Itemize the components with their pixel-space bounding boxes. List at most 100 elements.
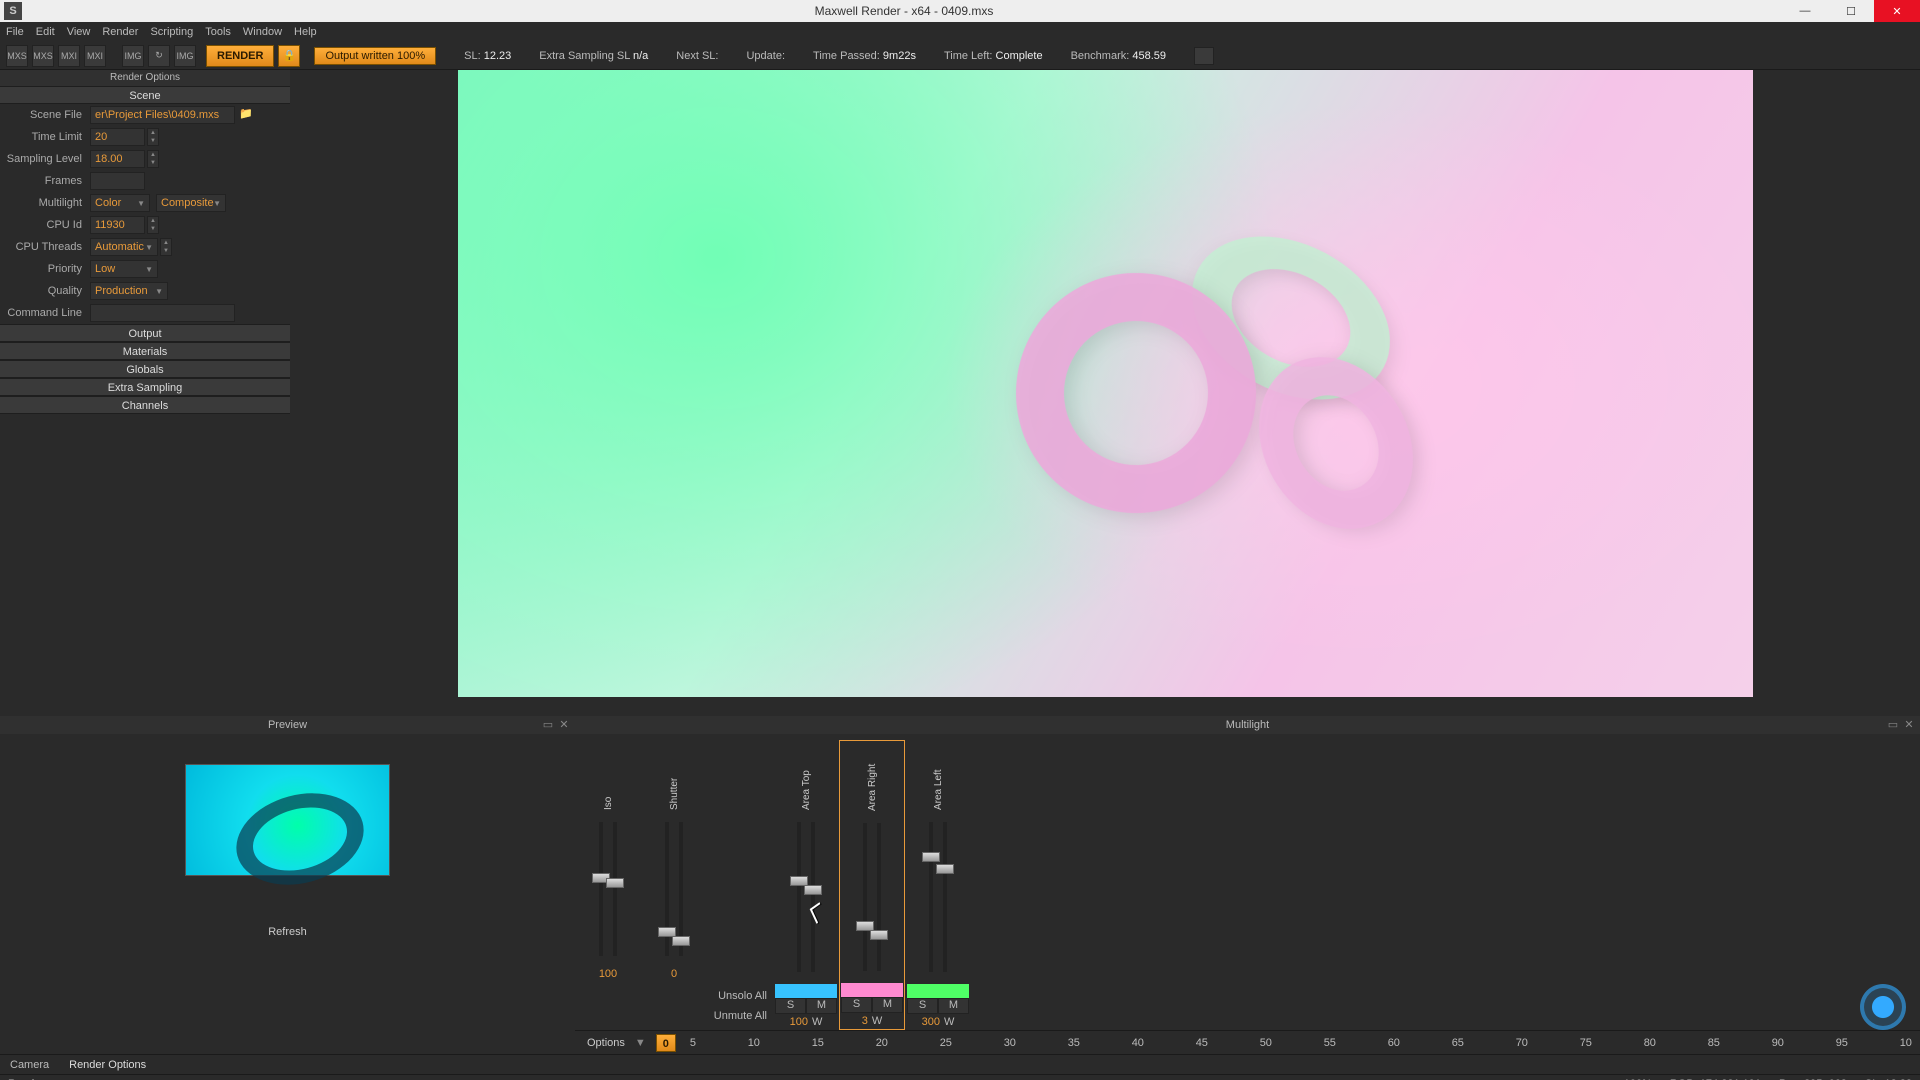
export-icon[interactable]: IMG: [174, 45, 196, 67]
cpu-threads-select[interactable]: Automatic: [90, 238, 158, 256]
menu-tools[interactable]: Tools: [205, 26, 231, 38]
minimize-button[interactable]: —: [1782, 0, 1828, 22]
mute-button[interactable]: M: [938, 998, 969, 1014]
global-light-controls: Unsolo All Unmute All: [707, 740, 773, 1030]
shutter-slider[interactable]: Shutter 0: [641, 740, 707, 1030]
undock-icon[interactable]: ▭: [1886, 716, 1900, 730]
priority-select[interactable]: Low: [90, 260, 158, 278]
multilight-label: Multilight: [0, 197, 90, 209]
save-mxs-icon[interactable]: MXS: [32, 45, 54, 67]
frames-field[interactable]: [90, 172, 145, 190]
mute-button[interactable]: M: [806, 998, 837, 1014]
scene-file-field[interactable]: er\Project Files\0409.mxs: [90, 106, 235, 124]
scene-file-label: Scene File: [0, 109, 90, 121]
sampling-spinner[interactable]: ▲▼: [147, 150, 159, 168]
app-icon: S: [4, 2, 22, 20]
tab-camera[interactable]: Camera: [10, 1059, 49, 1071]
close-panel-icon[interactable]: ✕: [1902, 716, 1916, 730]
section-channels[interactable]: Channels: [0, 396, 290, 414]
sampling-label: Sampling Level: [0, 153, 90, 165]
sampling-field[interactable]: 18.00: [90, 150, 145, 168]
section-output[interactable]: Output: [0, 324, 290, 342]
render-button[interactable]: RENDER: [206, 45, 274, 67]
priority-label: Priority: [0, 263, 90, 275]
menu-render[interactable]: Render: [102, 26, 138, 38]
section-scene[interactable]: Scene: [0, 86, 290, 104]
preview-thumbnail[interactable]: [185, 764, 390, 876]
render-image: [458, 70, 1753, 697]
light-color-swatch[interactable]: [907, 984, 969, 998]
browse-file-icon[interactable]: 📁: [239, 107, 255, 123]
save-image-icon[interactable]: IMG: [122, 45, 144, 67]
cpu-id-label: CPU Id: [0, 219, 90, 231]
status-bar: Ready zoom: 100% RGB: 174,221,191 Pos: 3…: [0, 1074, 1920, 1080]
light-slider-area-right[interactable]: Area Right SM 3W: [839, 740, 905, 1030]
time-limit-spinner[interactable]: ▲▼: [147, 128, 159, 146]
multilight-mode-select[interactable]: Composite: [156, 194, 226, 212]
frames-label: Frames: [0, 175, 90, 187]
title-bar: S Maxwell Render - x64 - 0409.mxs — ☐ ✕: [0, 0, 1920, 22]
iso-slider[interactable]: Iso 100: [575, 740, 641, 1030]
menu-view[interactable]: View: [67, 26, 91, 38]
section-materials[interactable]: Materials: [0, 342, 290, 360]
section-globals[interactable]: Globals: [0, 360, 290, 378]
menu-edit[interactable]: Edit: [36, 26, 55, 38]
cpu-id-spinner[interactable]: ▲▼: [147, 216, 159, 234]
light-slider-area-left[interactable]: Area Left SM 300W: [905, 740, 971, 1030]
solo-button[interactable]: S: [775, 998, 806, 1014]
stat-bench: Benchmark: 458.59: [1071, 50, 1166, 62]
timeline-ticks[interactable]: 510152025303540455055606570758085909510: [686, 1037, 1920, 1049]
stat-passed: Time Passed: 9m22s: [813, 50, 916, 62]
bottom-tabs: Camera Render Options: [0, 1054, 1920, 1074]
multilight-header: Multilight ▭✕: [575, 716, 1920, 734]
save-mxi-icon[interactable]: MXI: [84, 45, 106, 67]
render-lock-icon[interactable]: 🔒: [278, 45, 300, 67]
quality-select[interactable]: Production: [90, 282, 168, 300]
reload-icon[interactable]: ↻: [148, 45, 170, 67]
light-slider-area-top[interactable]: Area Top SM 100W: [773, 740, 839, 1030]
time-limit-label: Time Limit: [0, 131, 90, 143]
open-mxi-icon[interactable]: MXI: [58, 45, 80, 67]
maximize-button[interactable]: ☐: [1828, 0, 1874, 22]
undock-icon[interactable]: ▭: [541, 716, 555, 730]
stat-extra: Extra Sampling SL n/a: [539, 50, 648, 62]
quality-label: Quality: [0, 285, 90, 297]
flag-icon[interactable]: [1194, 47, 1214, 65]
light-color-swatch[interactable]: [775, 984, 837, 998]
solo-button[interactable]: S: [907, 998, 938, 1014]
stat-left: Time Left: Complete: [944, 50, 1043, 62]
menu-file[interactable]: File: [6, 26, 24, 38]
stat-next: Next SL:: [676, 50, 718, 62]
unmute-all-button[interactable]: Unmute All: [714, 1010, 767, 1026]
brand-logo-icon: [1860, 984, 1906, 1030]
viewport[interactable]: [290, 70, 1920, 716]
multilight-select[interactable]: Color: [90, 194, 150, 212]
menu-window[interactable]: Window: [243, 26, 282, 38]
section-extra[interactable]: Extra Sampling: [0, 378, 290, 396]
options-button[interactable]: Options: [587, 1037, 625, 1049]
open-mxs-icon[interactable]: MXS: [6, 45, 28, 67]
menu-help[interactable]: Help: [294, 26, 317, 38]
cpu-threads-spinner[interactable]: ▲▼: [160, 238, 172, 256]
tab-render-options[interactable]: Render Options: [69, 1059, 146, 1071]
timeline-zero[interactable]: 0: [656, 1034, 676, 1052]
cpu-threads-label: CPU Threads: [0, 241, 90, 253]
cpu-id-field[interactable]: 11930: [90, 216, 145, 234]
solo-button[interactable]: S: [841, 997, 872, 1013]
stat-sl: SL: 12.23: [464, 50, 511, 62]
close-panel-icon[interactable]: ✕: [557, 716, 571, 730]
stat-update: Update:: [746, 50, 785, 62]
output-status: Output written 100%: [314, 47, 436, 65]
mute-button[interactable]: M: [872, 997, 903, 1013]
refresh-button[interactable]: Refresh: [268, 926, 307, 938]
cmd-label: Command Line: [0, 307, 90, 319]
cmd-field[interactable]: [90, 304, 235, 322]
time-limit-field[interactable]: 20: [90, 128, 145, 146]
preview-panel: Refresh: [0, 734, 575, 1054]
multilight-panel: Iso 100 Shutter 0 Unsolo All Unmute All: [575, 734, 1920, 1054]
menu-scripting[interactable]: Scripting: [150, 26, 193, 38]
close-button[interactable]: ✕: [1874, 0, 1920, 22]
light-color-swatch[interactable]: [841, 983, 903, 997]
unsolo-all-button[interactable]: Unsolo All: [718, 990, 767, 1006]
menu-bar: File Edit View Render Scripting Tools Wi…: [0, 22, 1920, 42]
